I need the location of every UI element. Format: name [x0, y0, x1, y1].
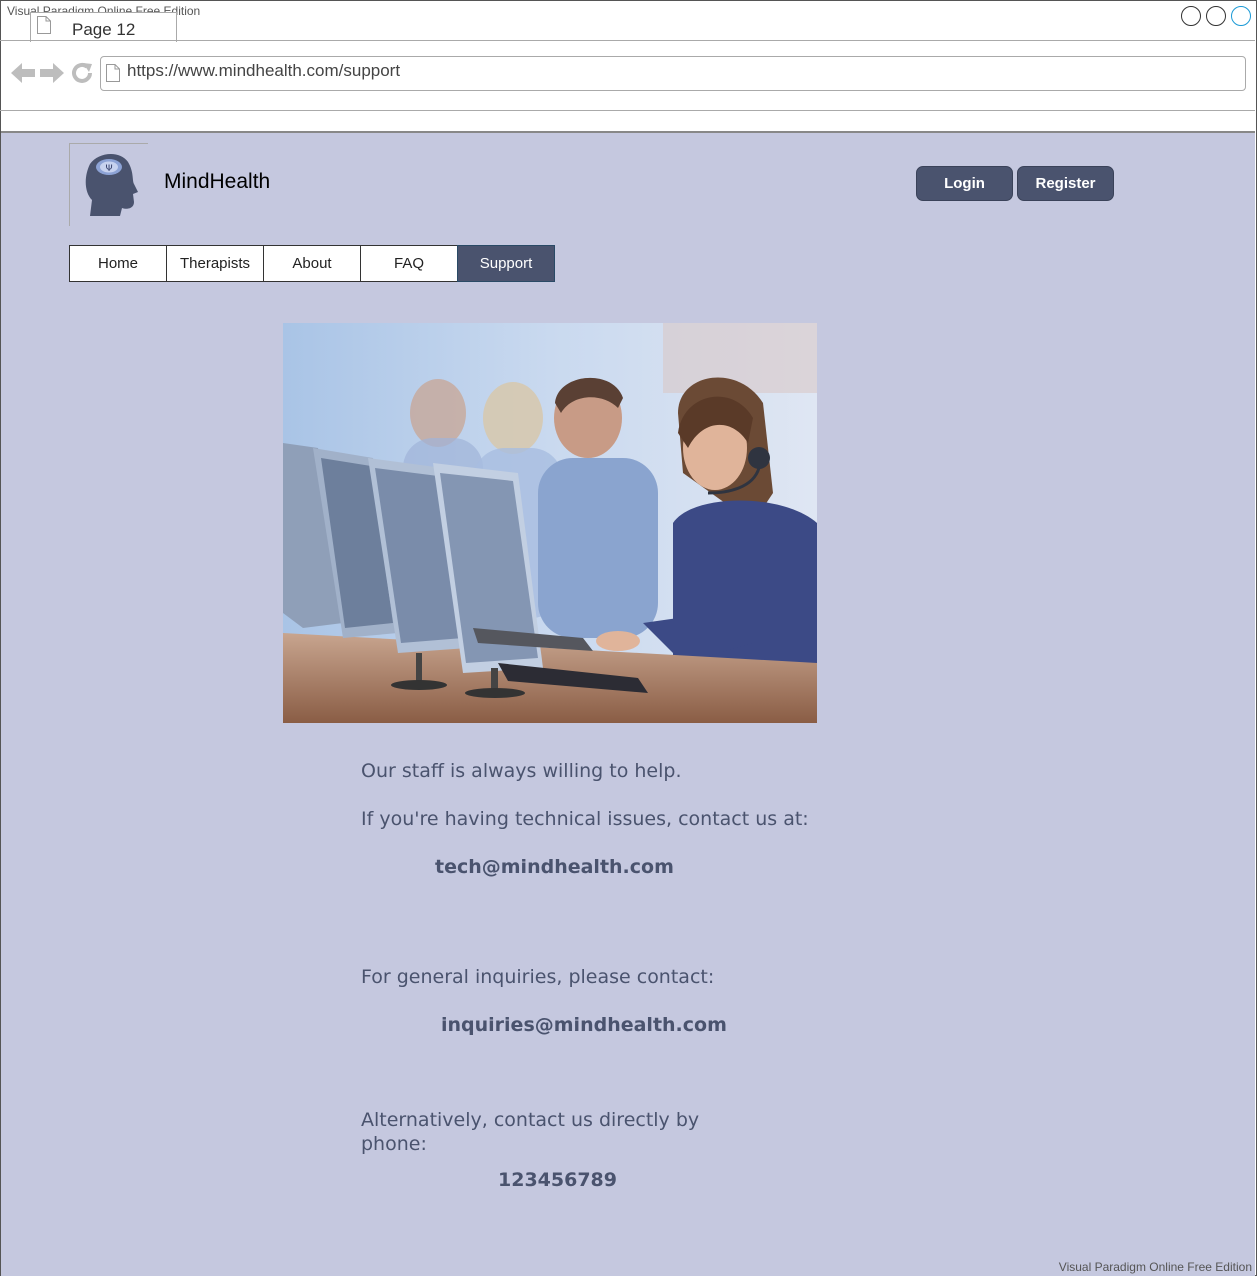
main-menu: Home Therapists About FAQ Support	[69, 245, 555, 282]
support-photo	[283, 323, 817, 723]
back-arrow-icon[interactable]	[10, 60, 36, 86]
document-icon	[37, 16, 51, 34]
divider	[0, 110, 1255, 111]
tab-label: Page 12	[72, 20, 136, 39]
phone-number[interactable]: 123456789	[498, 1169, 617, 1191]
general-text: For general inquiries, please contact:	[361, 966, 715, 988]
register-button[interactable]: Register	[1017, 166, 1114, 201]
window-circle-icon[interactable]	[1231, 6, 1251, 26]
intro-text: Our staff is always willing to help.	[361, 760, 682, 782]
page-icon	[106, 64, 120, 82]
tech-email-link[interactable]: tech@mindhealth.com	[435, 856, 674, 878]
head-brain-icon: Ψ	[85, 153, 138, 216]
divider	[0, 40, 1255, 41]
menu-item-home[interactable]: Home	[69, 245, 167, 282]
logo[interactable]: Ψ	[69, 143, 148, 226]
brand-name: MindHealth	[164, 170, 271, 193]
tech-text: If you're having technical issues, conta…	[361, 808, 809, 830]
inquiries-email-link[interactable]: inquiries@mindhealth.com	[441, 1014, 727, 1036]
forward-arrow-icon[interactable]	[39, 60, 65, 86]
phone-text: Alternatively, contact us directly by ph…	[361, 1109, 700, 1155]
url-text[interactable]: https://www.mindhealth.com/support	[127, 61, 400, 81]
svg-text:Ψ: Ψ	[105, 164, 112, 174]
watermark-bottom: Visual Paradigm Online Free Edition	[1058, 1260, 1252, 1274]
window-circle-icon[interactable]	[1206, 6, 1226, 26]
menu-item-therapists[interactable]: Therapists	[166, 245, 264, 282]
menu-item-faq[interactable]: FAQ	[360, 245, 458, 282]
login-button[interactable]: Login	[916, 166, 1013, 201]
menu-item-about[interactable]: About	[263, 245, 361, 282]
menu-item-support[interactable]: Support	[457, 245, 555, 282]
reload-icon[interactable]	[70, 61, 94, 85]
window-circle-icon[interactable]	[1181, 6, 1201, 26]
